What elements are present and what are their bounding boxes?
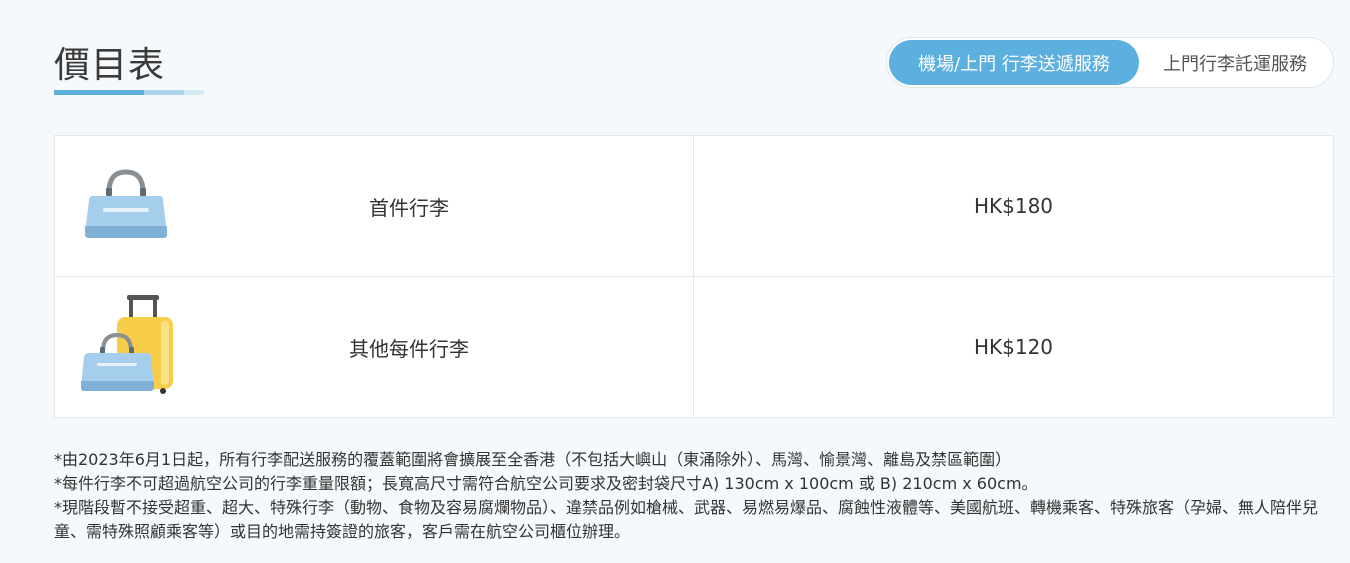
note-weight-size-limit: *每件行李不可超過航空公司的行李重量限額；長寬高尺寸需符合航空公司要求及密封袋尺…	[54, 474, 1038, 493]
price-table: 首件行李 HK$180 其他每件行李 HK$120	[54, 135, 1334, 418]
title-underline	[54, 90, 204, 95]
table-row: 首件行李 HK$180	[55, 136, 1333, 277]
price-cell: HK$120	[973, 335, 1054, 359]
tab-airport-door-delivery[interactable]: 機場/上門 行李送遞服務	[889, 40, 1139, 85]
notes: *由2023年6月1日起，所有行李配送服務的覆蓋範圍將會擴展至全香港（不包括大嶼…	[54, 448, 1324, 544]
item-label: 其他每件行李	[349, 336, 469, 361]
price-cell: HK$180	[973, 194, 1054, 218]
item-cell: 其他每件行李	[55, 277, 694, 417]
item-cell: 首件行李	[55, 136, 694, 276]
note-restrictions: *現階段暫不接受超重、超大、特殊行李（動物、食物及容易腐爛物品）、違禁品例如槍械…	[54, 498, 1319, 541]
note-service-area: *由2023年6月1日起，所有行李配送服務的覆蓋範圍將會擴展至全香港（不包括大嶼…	[54, 450, 1012, 469]
tab-door-checkin[interactable]: 上門行李託運服務	[1139, 40, 1331, 85]
item-label: 首件行李	[369, 195, 449, 220]
table-row: 其他每件行李 HK$120	[55, 277, 1333, 417]
service-toggle: 機場/上門 行李送遞服務 上門行李託運服務	[886, 37, 1334, 88]
page-title: 價目表	[54, 45, 166, 86]
